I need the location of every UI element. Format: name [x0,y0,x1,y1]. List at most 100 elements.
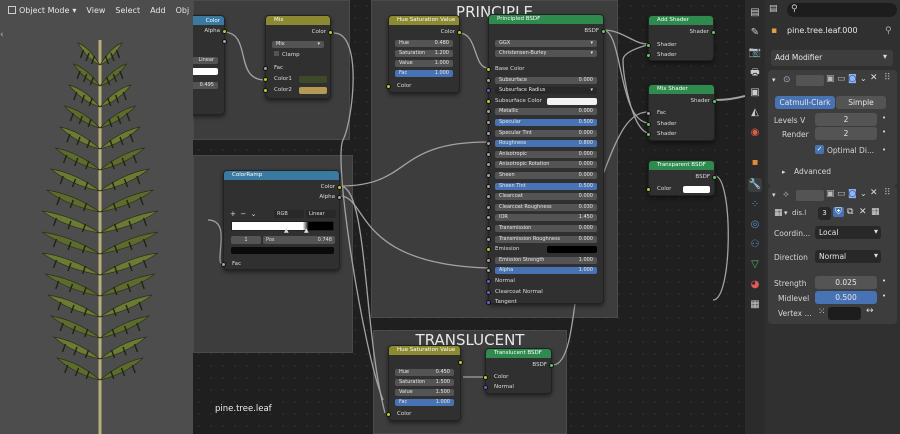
scene-tab-icon[interactable]: ◭ [748,106,762,120]
node-hue-saturation-value-2[interactable]: Hue Saturation Value Hue 0.450 Saturation… [386,345,463,421]
bsdf-field[interactable]: Subsurface Radius ▾ [495,87,597,95]
bsdf-field[interactable]: Emission Strength 1.000 [495,256,597,264]
socket-fac[interactable] [646,111,651,116]
value-field[interactable]: Value 1.500 [395,389,454,396]
interpolation-dropdown[interactable]: Linear [306,210,336,218]
socket-color-in[interactable] [646,187,651,192]
socket-alpha-out[interactable] [222,39,227,44]
bsdf-field[interactable]: Anisotropic 0.000 [495,150,597,158]
keyframe-dot-icon[interactable]: • [882,146,886,154]
editmode-toggle-icon[interactable]: ▣ [826,189,835,199]
fac-field[interactable]: Fac 1.000 [395,70,453,77]
socket-shader-in[interactable] [646,132,651,137]
color1-swatch[interactable] [299,76,327,83]
socket-input[interactable] [486,226,491,231]
stop-index-field[interactable]: 1 [231,236,261,244]
hue-field[interactable]: Hue 0.480 [395,40,453,47]
socket-input[interactable] [486,141,491,147]
texture-properties-icon[interactable]: ▦ [871,207,880,217]
close-icon[interactable]: ✕ [870,188,878,198]
bsdf-field[interactable]: Subsurface 0.000 [495,76,597,84]
physics-tab-icon[interactable]: ◎ [748,218,762,232]
socket-out[interactable] [457,30,462,35]
checkbox-icon[interactable]: ✓ [815,145,824,154]
invert-icon[interactable]: ↔ [866,306,874,316]
color-swatch[interactable] [683,186,710,193]
tool-tab-icon[interactable]: ✎ [748,26,762,40]
keyframe-dot-icon[interactable]: • [882,292,886,300]
socket-input[interactable] [486,204,491,210]
color-swatch[interactable] [193,68,218,75]
value-field[interactable]: Value 1.000 [395,60,453,67]
bsdf-field[interactable]: Transmission Roughness 0.000 [495,235,597,243]
bsdf-field[interactable]: IOR 1.450 [495,214,597,222]
modifier-tab-icon[interactable]: 🔧 [748,178,762,192]
socket-alpha-out[interactable] [337,195,342,200]
clamp-checkbox[interactable]: Clamp [270,51,326,59]
texture-name[interactable]: dis.l [792,209,806,217]
particles-tab-icon[interactable]: ⁘ [748,198,762,212]
socket-normal-in[interactable] [483,385,488,390]
socket-shader-in[interactable] [646,53,651,58]
collapse-icon[interactable]: ▾ [772,76,776,84]
socket-input[interactable] [486,289,491,295]
fac-field[interactable]: Fac 1.000 [395,399,454,406]
editmode-toggle-icon[interactable]: ▣ [826,74,835,84]
menu-object[interactable]: Obj [176,6,190,15]
color-swatch[interactable] [547,246,597,254]
node-colorramp[interactable]: ColorRamp Color Alpha + − ⌄ RGB Linear ▲… [221,170,342,270]
search-input[interactable] [787,3,897,17]
bsdf-field[interactable]: Roughness 0.800 [495,140,597,148]
node-add-shader[interactable]: Add Shader Shader Shader Shader [646,15,716,61]
socket-out[interactable] [328,30,333,35]
keyframe-dot-icon[interactable]: • [882,128,886,136]
levels-render-field[interactable]: 2 [815,127,877,140]
stop-position-field[interactable]: Pos 0.748 [263,236,335,244]
keyframe-dot-icon[interactable]: • [882,277,886,285]
coordinates-dropdown[interactable]: Local [815,226,881,239]
socket-shader-in[interactable] [646,122,651,127]
socket-shader-out[interactable] [711,30,716,35]
node-transparent-bsdf[interactable]: Transparent BSDF BSDF Color [646,160,717,196]
socket-input[interactable] [486,183,491,189]
mode-selector[interactable]: Object Mode ▾ [8,6,76,15]
socket-input[interactable] [486,130,491,136]
drag-handle-icon[interactable]: ⠿ [884,188,891,198]
constraints-tab-icon[interactable]: ⚇ [748,238,762,252]
color-ramp-gradient[interactable] [231,221,334,231]
color-mode-dropdown[interactable]: RGB [274,210,304,218]
output-tab-icon[interactable]: 🖶 [748,66,762,80]
bsdf-field[interactable]: Anisotropic Rotation 0.000 [495,161,597,169]
texture-tab-icon[interactable]: ▦ [748,298,762,312]
bsdf-field[interactable]: Specular 0.500 [495,119,597,126]
socket-color-out[interactable] [337,185,342,190]
socket-input[interactable] [486,151,491,157]
advanced-subpanel[interactable]: Advanced [794,167,831,176]
socket-input[interactable] [486,279,491,284]
socket-color1[interactable] [263,77,268,82]
3d-viewport[interactable]: Object Mode ▾ View Select Add Obj ‹ [0,0,193,434]
node-hue-saturation-value[interactable]: Hue Saturation Value Color Hue 0.480 Satu… [386,15,462,93]
value-field[interactable]: 0.495 [193,82,218,89]
interp-dropdown[interactable]: Linear [193,57,218,64]
keyframe-dot-icon[interactable]: • [882,114,886,122]
subsurface-method-dropdown[interactable]: Christensen-Burley ▾ [495,50,597,57]
bsdf-field[interactable]: Clearcoat 0.000 [495,193,597,201]
saturation-field[interactable]: Saturation 1.200 [395,50,453,57]
bsdf-field[interactable]: Transmission 0.000 [495,225,597,232]
socket-input[interactable] [486,215,491,221]
socket-input[interactable] [486,268,491,274]
node-principled-bsdf[interactable]: Principled BSDF BSDF GGX ▾ Christensen-Bu… [486,14,606,306]
socket-input[interactable] [486,194,491,200]
toolbar-toggle-icon[interactable]: ‹ [0,30,6,42]
bsdf-field[interactable]: Specular Tint 0.000 [495,129,597,137]
add-modifier-button[interactable]: Add Modifier [771,50,893,66]
texture-users-count[interactable]: 3 [818,207,831,220]
render-toggle-icon[interactable]: ◙ [848,189,857,199]
saturation-field[interactable]: Saturation 1.500 [395,379,454,386]
display-mode-icon[interactable]: ▤ [769,4,778,14]
levels-viewport-field[interactable]: 2 [815,113,877,126]
socket-input[interactable] [486,247,491,253]
properties-editor[interactable]: ⚲ ▤ ▪ pine.tree.leaf.000 ⚲ Add Modifier … [765,0,900,434]
close-icon[interactable]: ✕ [870,73,878,83]
